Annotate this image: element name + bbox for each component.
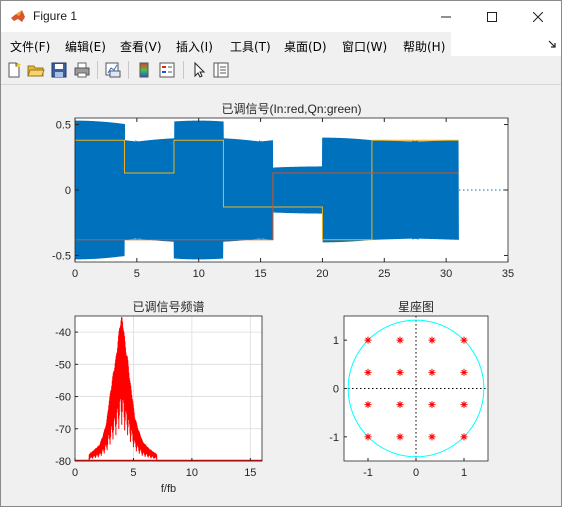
title-bar[interactable]: Figure 1 — [1, 1, 561, 32]
chart-title: 星座图 — [398, 299, 434, 314]
matlab-icon — [11, 10, 25, 22]
axes-constellation[interactable]: -1 0 1 1 0 -1 星座图 — [329, 299, 489, 479]
constellation-point — [460, 368, 468, 376]
y-tick-label: -0.5 — [52, 250, 71, 262]
close-icon — [533, 11, 543, 22]
signal-series — [74, 120, 460, 260]
axes-modulated-signal[interactable]: 0 5 10 15 20 25 30 350.50-0.5已调信号(In:red,Qn:gre… — [52, 102, 514, 280]
menu-desktop[interactable]: 桌面(D) — [284, 38, 327, 55]
edit-plot-arrow-icon[interactable] — [190, 61, 208, 79]
property-inspector-icon[interactable] — [212, 61, 230, 79]
y-tick-label: 1 — [333, 335, 339, 347]
constellation-point — [364, 401, 372, 409]
y-tick-label: 0.5 — [56, 120, 71, 132]
x-tick-label: 35 — [502, 268, 514, 280]
insert-colorbar-icon[interactable] — [135, 61, 153, 79]
save-icon[interactable] — [50, 61, 68, 79]
print-icon[interactable] — [73, 61, 91, 79]
maximize-icon — [487, 11, 497, 22]
menu-help[interactable]: 帮助(H) — [403, 38, 445, 55]
x-tick-label: 15 — [244, 467, 256, 479]
x-tick-label: 5 — [134, 268, 140, 280]
x-tick-label: -1 — [363, 467, 373, 479]
chart-title: 已调信号(In:red,Qn:green) — [221, 102, 361, 116]
y-tick-label: 0 — [65, 185, 71, 197]
x-tick-label: 10 — [193, 268, 205, 280]
menu-edit[interactable]: 编辑(E) — [65, 38, 106, 55]
x-tick-label: 10 — [186, 467, 198, 479]
x-tick-label: 20 — [316, 268, 328, 280]
menu-window[interactable]: 窗口(W) — [342, 38, 387, 55]
constellation-point — [364, 368, 372, 376]
toolbar-separator — [128, 61, 129, 79]
toolbar-separator — [183, 61, 184, 79]
menu-file[interactable]: 文件(F) — [10, 38, 50, 55]
x-tick-label: 5 — [130, 467, 136, 479]
x-tick-label: 0 — [413, 467, 419, 479]
window-title: Figure 1 — [33, 9, 78, 23]
menu-view[interactable]: 查看(V) — [120, 38, 162, 55]
y-tick-label: -50 — [55, 359, 71, 371]
y-tick-label: 0 — [333, 384, 339, 396]
figure-canvas: 0 5 10 15 20 25 30 350.50-0.5已调信号(In:red,Qn:gre… — [1, 85, 561, 506]
menu-insert[interactable]: 插入(I) — [176, 38, 213, 55]
minimize-button[interactable] — [423, 1, 469, 32]
close-button[interactable] — [515, 1, 561, 32]
open-file-icon[interactable] — [27, 61, 45, 79]
y-tick-label: -60 — [55, 392, 71, 404]
x-tick-label: 0 — [72, 268, 78, 280]
y-tick-label: -70 — [55, 424, 71, 436]
x-axis-label: f/fb — [161, 483, 176, 495]
y-tick-label: -1 — [329, 432, 339, 444]
x-tick-label: 15 — [254, 268, 266, 280]
figure-window: Figure 1 文件(F) 编辑(E) 查看(V) 插入(I) 工具(T) 桌… — [0, 0, 562, 507]
menu-tools[interactable]: 工具(T) — [230, 38, 271, 55]
x-tick-label: 1 — [461, 467, 467, 479]
x-tick-label: 30 — [440, 268, 452, 280]
y-tick-label: -40 — [55, 327, 71, 339]
constellation-point — [460, 401, 468, 409]
link-plot-icon[interactable] — [104, 61, 122, 79]
y-tick-label: -80 — [55, 456, 71, 468]
toolbar — [1, 57, 561, 85]
x-tick-label: 25 — [378, 268, 390, 280]
maximize-button[interactable] — [469, 1, 515, 32]
menu-bar-spacer — [451, 32, 561, 56]
new-figure-icon[interactable] — [5, 61, 23, 79]
insert-legend-icon[interactable] — [158, 61, 176, 79]
menu-bar: 文件(F) 编辑(E) 查看(V) 插入(I) 工具(T) 桌面(D) 窗口(W… — [1, 32, 451, 56]
dock-arrow-icon[interactable] — [548, 40, 557, 49]
toolbar-separator — [97, 61, 98, 79]
x-tick-label: 0 — [72, 467, 78, 479]
minimize-icon — [441, 16, 451, 17]
chart-title: 已调信号频谱 — [132, 300, 204, 314]
axes-spectrum[interactable]: 0 5 10 15 -40 -50 -60 -70 -80 已调信号频谱 f/fb — [55, 300, 263, 495]
